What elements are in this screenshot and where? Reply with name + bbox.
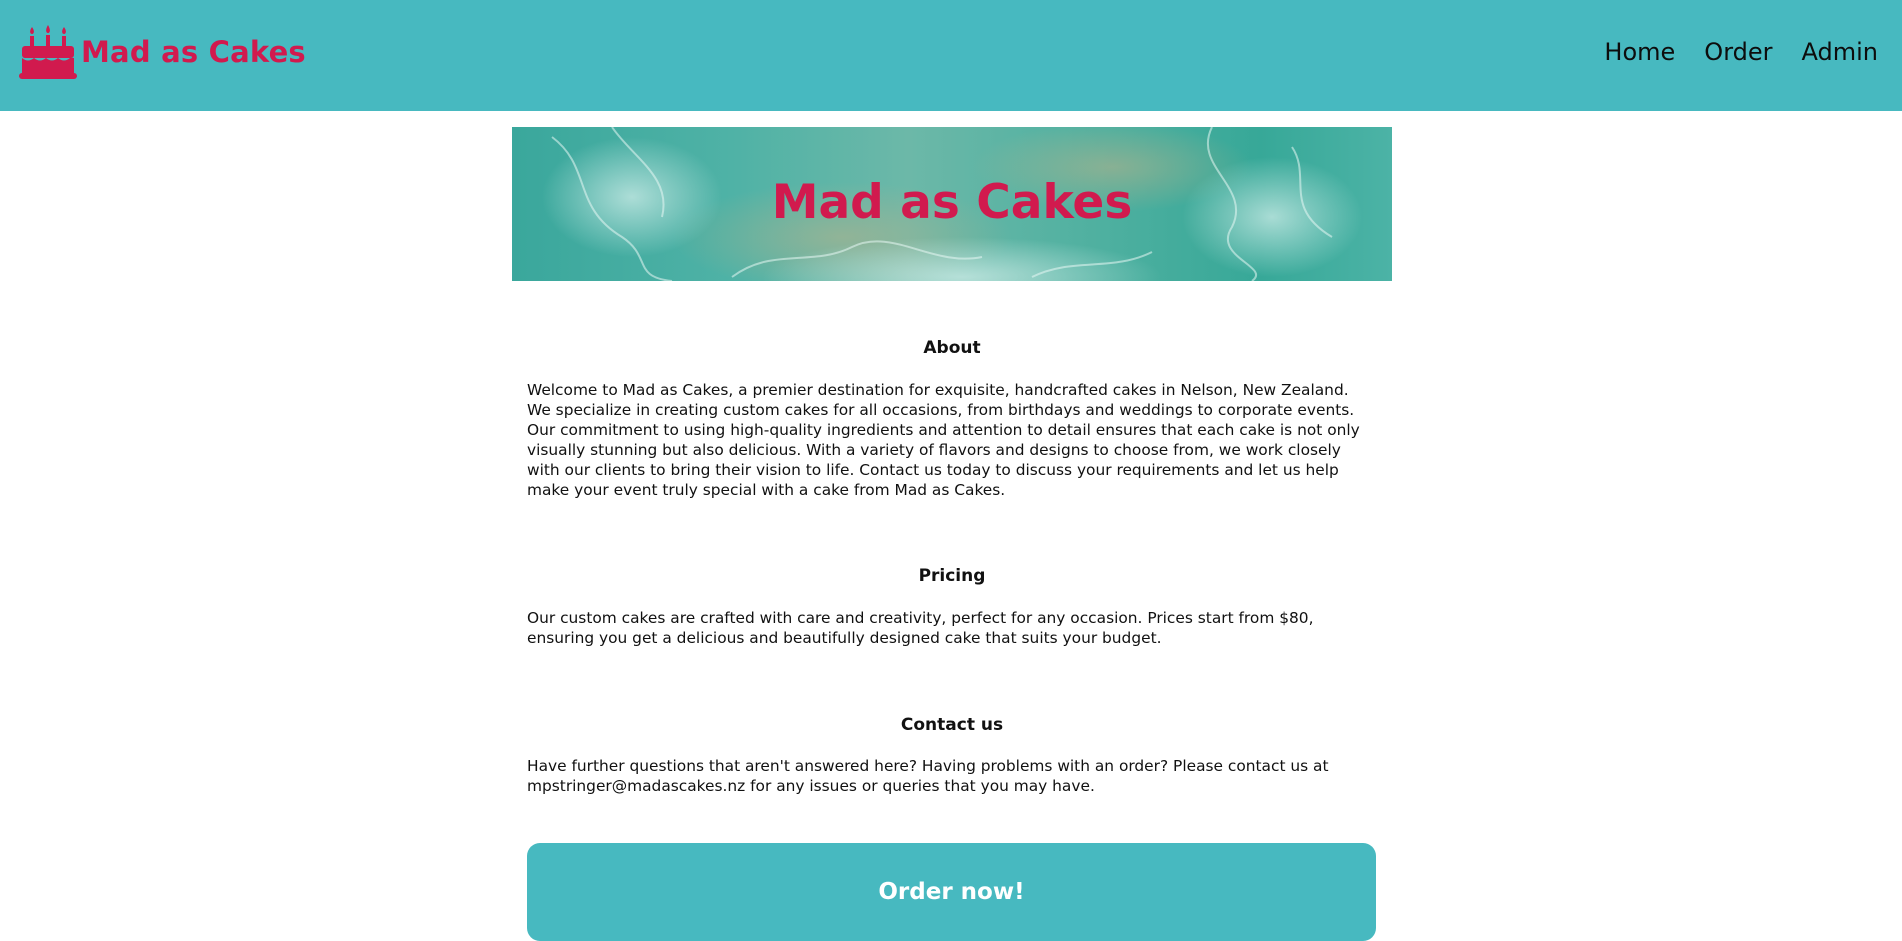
- contact-text: Have further questions that aren't answe…: [527, 757, 1329, 795]
- brand-name: Mad as Cakes: [81, 35, 306, 69]
- nav-order[interactable]: Order: [1704, 38, 1772, 66]
- nav-home[interactable]: Home: [1604, 38, 1675, 66]
- navbar: Mad as Cakes Home Order Admin: [0, 0, 1902, 111]
- hero-banner: Mad as Cakes: [512, 127, 1392, 281]
- about-text: Welcome to Mad as Cakes, a premier desti…: [527, 381, 1360, 499]
- birthday-cake-icon: [19, 25, 77, 79]
- contact-heading: Contact us: [900, 715, 1004, 735]
- about-heading: About: [923, 338, 981, 358]
- main-nav: Home Order Admin: [1604, 38, 1878, 66]
- hero-title: Mad as Cakes: [771, 175, 1133, 230]
- pricing-text: Our custom cakes are crafted with care a…: [527, 609, 1314, 647]
- brand-link[interactable]: Mad as Cakes: [19, 24, 306, 80]
- order-now-button[interactable]: Order now!: [527, 843, 1376, 941]
- pricing-heading: Pricing: [918, 566, 986, 586]
- nav-admin[interactable]: Admin: [1802, 38, 1879, 66]
